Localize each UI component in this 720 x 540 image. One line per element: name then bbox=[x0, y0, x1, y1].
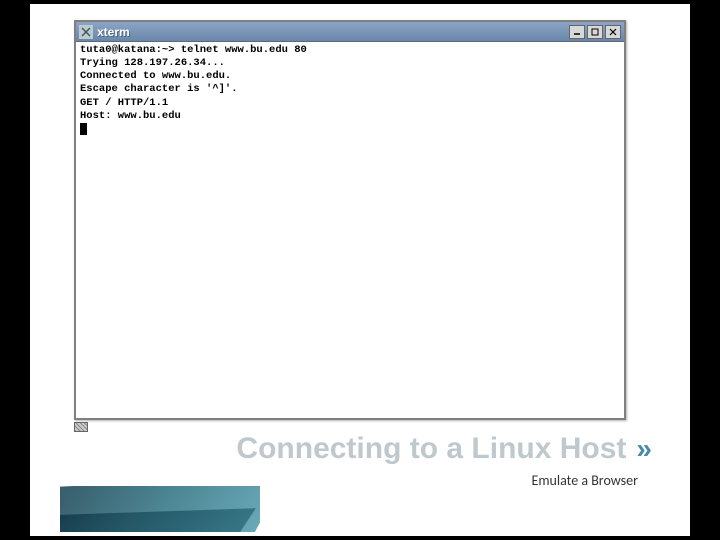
terminal-body[interactable]: tuta0@katana:~> telnet www.bu.edu 80 Try… bbox=[76, 42, 624, 418]
window-title: xterm bbox=[97, 25, 569, 39]
minimize-button[interactable] bbox=[569, 25, 585, 39]
cursor-icon bbox=[80, 123, 87, 135]
close-button[interactable] bbox=[605, 25, 621, 39]
chevron-right-icon: » bbox=[636, 433, 646, 465]
terminal-line: GET / HTTP/1.1 bbox=[80, 97, 168, 109]
corner-decoration bbox=[60, 486, 260, 532]
slide-title-text: Connecting to a Linux Host bbox=[236, 432, 626, 466]
terminal-line: Trying 128.197.26.34... bbox=[80, 57, 225, 69]
terminal-line: Escape character is '^]'. bbox=[80, 83, 238, 95]
terminal-line: Connected to www.bu.edu. bbox=[80, 70, 231, 82]
slide-title: Connecting to a Linux Host » bbox=[236, 432, 646, 466]
resize-grip-icon[interactable] bbox=[74, 422, 88, 432]
window-controls bbox=[569, 25, 621, 39]
terminal-line: Host: www.bu.edu bbox=[80, 110, 181, 122]
slide-surface: xterm tuta0@katana:~> telnet www.bu.edu … bbox=[30, 4, 690, 536]
terminal-line: tuta0@katana:~> telnet www.bu.edu 80 bbox=[80, 44, 307, 56]
maximize-button[interactable] bbox=[587, 25, 603, 39]
app-icon bbox=[79, 25, 93, 39]
slide-subtitle: Emulate a Browser bbox=[531, 472, 638, 489]
xterm-window: xterm tuta0@katana:~> telnet www.bu.edu … bbox=[74, 20, 626, 420]
titlebar[interactable]: xterm bbox=[76, 22, 624, 42]
